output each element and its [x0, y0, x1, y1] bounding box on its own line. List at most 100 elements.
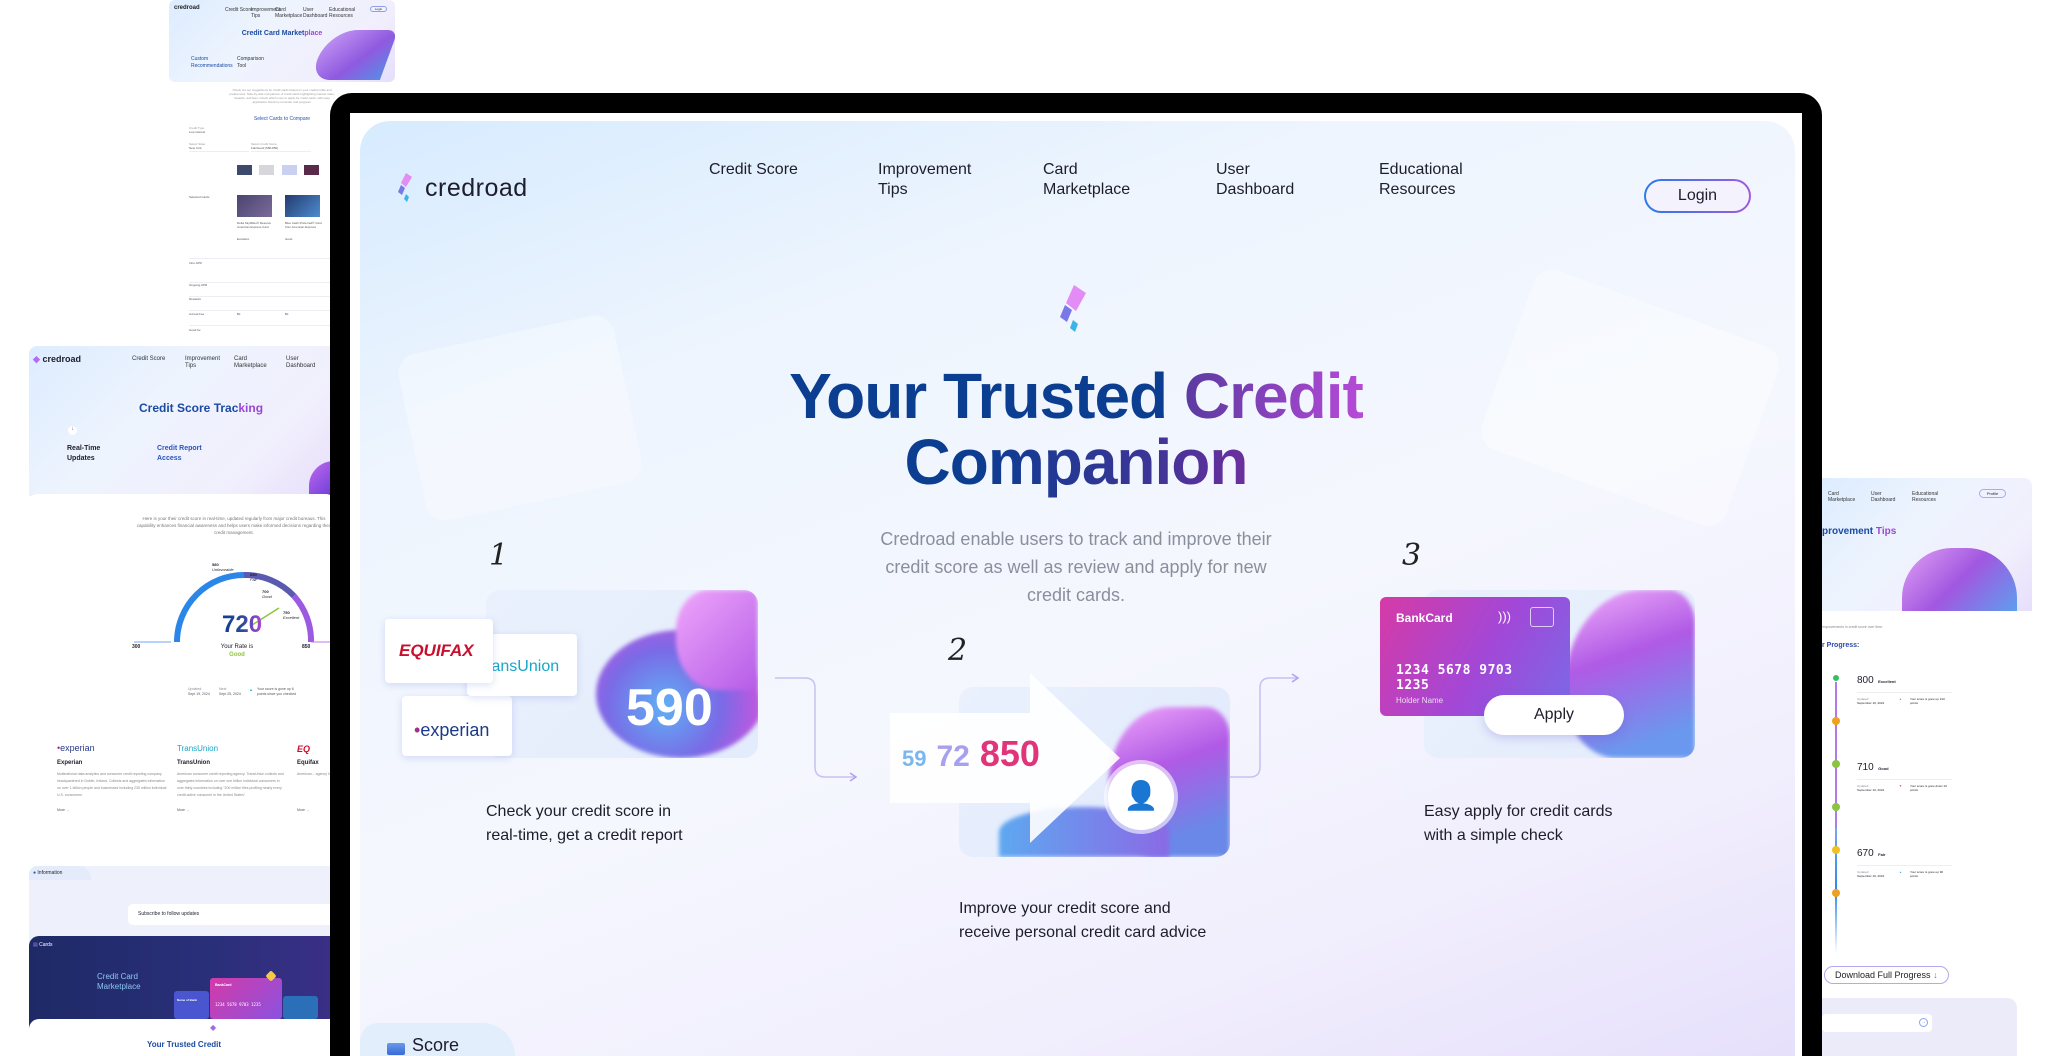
cards-icon: ▤ [33, 942, 38, 948]
footer-hero [29, 1019, 334, 1056]
equifax-logo-card: EQUIFAX [385, 619, 493, 683]
step-number: 3 [1402, 538, 1422, 573]
progress-entry: 710 Good Updated: September 19, 2024 ▼ You… [1857, 757, 1952, 792]
tab-score[interactable]: Score [360, 1023, 515, 1056]
tab-cards[interactable]: ▤ Cards [33, 942, 52, 948]
progress-preview: Card Marketplace User Dashboard Educatio… [1822, 478, 2032, 1056]
row-label: Intro APR [189, 261, 202, 265]
annual-fee: $0 [237, 312, 241, 316]
feature-credit-report-access[interactable]: Credit Report Access [157, 444, 217, 464]
step-number: 1 [489, 538, 509, 573]
filter-credit-type[interactable]: Credit Type Low interest [189, 126, 205, 135]
contactless-icon: ))) [1498, 609, 1511, 624]
nav-improvement-tips[interactable]: Improvement Tips [878, 160, 971, 200]
more-link[interactable]: More → [177, 808, 189, 813]
card-thumb[interactable] [304, 165, 319, 175]
brand-name: credroad [425, 173, 528, 202]
nav-card-marketplace[interactable]: Card Marketplace [1043, 160, 1130, 200]
nav-user-dashboard[interactable]: User Dashboard [303, 7, 327, 19]
feature-real-time-updates[interactable]: Real-Time Updates [67, 444, 117, 464]
row-label: Annual Fee [189, 312, 205, 316]
hero-subtitle: Credroad enable users to track and impro… [880, 529, 1272, 605]
arrow-right-icon: → [305, 808, 310, 812]
feature-comparison-tool[interactable]: Comparison Tool [237, 56, 267, 69]
experian-logo: •experian [57, 743, 95, 753]
bureau-description: American... agency h... collects a... mi… [297, 772, 333, 776]
filter-credit-score[interactable]: Select Credit Score Fair/Good (580-850) [251, 142, 311, 152]
brand-logo[interactable]: credroad [397, 173, 528, 203]
nav-card-marketplace[interactable]: Card Marketplace [275, 7, 302, 19]
timeline-dot [1832, 717, 1840, 725]
card-thumb[interactable] [259, 165, 274, 175]
bureau-description: Multinational data analytics and consume… [57, 772, 167, 797]
page-title: provement Tips [1822, 526, 1897, 537]
nav-card-marketplace[interactable]: Card Marketplace [234, 356, 267, 370]
more-link[interactable]: More → [57, 808, 69, 813]
step-caption: Improve your credit score and receive per… [959, 900, 1207, 941]
marketplace-intro: Check out our suggestions for credit car… [229, 88, 335, 104]
card-name: Blue Cash Preferred® Card from American … [285, 221, 322, 229]
progress-entry: 800 Excellent Updated: September 19, 2024… [1857, 670, 1952, 705]
timeline-dot [1832, 846, 1840, 854]
annual-fee: $0 [285, 312, 289, 316]
tips-intro: improvements in credit score over time. [1822, 625, 1884, 629]
step-number: 2 [948, 633, 968, 668]
nav-card-marketplace[interactable]: Card Marketplace [1828, 491, 1855, 503]
filter-state[interactable]: Select State New York [189, 142, 249, 152]
laptop-screen: credroad Credit Score Improvement Tips Ca… [350, 113, 1802, 1056]
row-label: Rewards [189, 297, 201, 301]
arrow-down-icon: ↓ [68, 426, 77, 435]
card-thumb[interactable] [237, 165, 252, 175]
page-title: Credit Card Marketplace [241, 30, 323, 37]
score-icon [387, 1043, 405, 1055]
bureau-name: Equifax [297, 760, 319, 766]
laptop-frame: credroad Credit Score Improvement Tips Ca… [330, 93, 1822, 1056]
row-label: Good for [189, 328, 201, 332]
download-progress-button[interactable]: Download Full Progress ↓ [1824, 966, 1949, 984]
login-button[interactable]: Login [1644, 179, 1751, 213]
tracking-intro: Here is your their credit score in real-… [136, 516, 332, 535]
arrow-down-icon: ▼ [1899, 784, 1902, 788]
apply-button[interactable]: Apply [1484, 695, 1624, 735]
brand-mark-icon: ◆ [210, 1023, 217, 1032]
nav-credit-score[interactable]: Credit Score [132, 356, 165, 363]
more-link[interactable]: More → [297, 808, 309, 813]
brand-logo: credroad [174, 5, 200, 11]
advisor-badge-icon: 👤 [1108, 764, 1174, 830]
gauge-max: 850 [302, 644, 311, 650]
nav-educational-resources[interactable]: Educational Resources [1912, 491, 1938, 503]
brand-logo: ◆ credroad [33, 354, 81, 364]
arrow-up-icon: ▲ [249, 687, 253, 692]
selected-card-image [285, 195, 320, 217]
nav-credit-score[interactable]: Credit Score [709, 160, 798, 180]
selected-card-image [237, 195, 272, 217]
credit-score-value: 590 [626, 679, 713, 737]
nav-user-dashboard[interactable]: User Dashboard [1871, 491, 1895, 503]
progress-title: r Progress: [1822, 642, 1860, 649]
submit-arrow-icon[interactable]: → [1919, 1018, 1928, 1027]
nav-improvement-tips[interactable]: Improvement Tips [251, 7, 280, 19]
card-thumb[interactable] [282, 165, 297, 175]
arrow-right-icon: → [65, 808, 70, 812]
gauge-tick: 700 Good [262, 589, 272, 599]
nav-user-dashboard[interactable]: User Dashboard [286, 356, 315, 370]
nav-improvement-tips[interactable]: Improvement Tips [185, 356, 220, 370]
row-label: Ongoing APR [189, 283, 208, 287]
credroad-logo-icon [398, 173, 412, 202]
nav-user-dashboard[interactable]: User Dashboard [1216, 160, 1294, 200]
bank-card: BankCard 1234 5678 9703 1235 [210, 978, 282, 1019]
arrow-up-icon: ▲ [1899, 870, 1902, 874]
row-label: Selected Cards [189, 195, 210, 199]
subscribe-input[interactable] [1822, 1014, 1932, 1032]
change-note: Your score is gone up 6 points since you… [257, 687, 297, 696]
nav-credit-score[interactable]: Credit Score [225, 7, 253, 13]
login-button[interactable]: Login [370, 6, 387, 12]
nav-educational-resources[interactable]: Educational Resources [1379, 160, 1463, 200]
nav-educational-resources[interactable]: Educational Resources [329, 7, 355, 19]
bank-card-tertiary [283, 996, 318, 1019]
feature-custom-recommendations[interactable]: Custom Recommendations [191, 56, 233, 69]
subscribe-input[interactable]: Subscribe to follow updates [128, 904, 334, 925]
timeline-dot [1832, 803, 1840, 811]
profile-button[interactable]: Profile [1979, 489, 2006, 498]
tab-information-label[interactable]: ● Information [33, 870, 62, 876]
